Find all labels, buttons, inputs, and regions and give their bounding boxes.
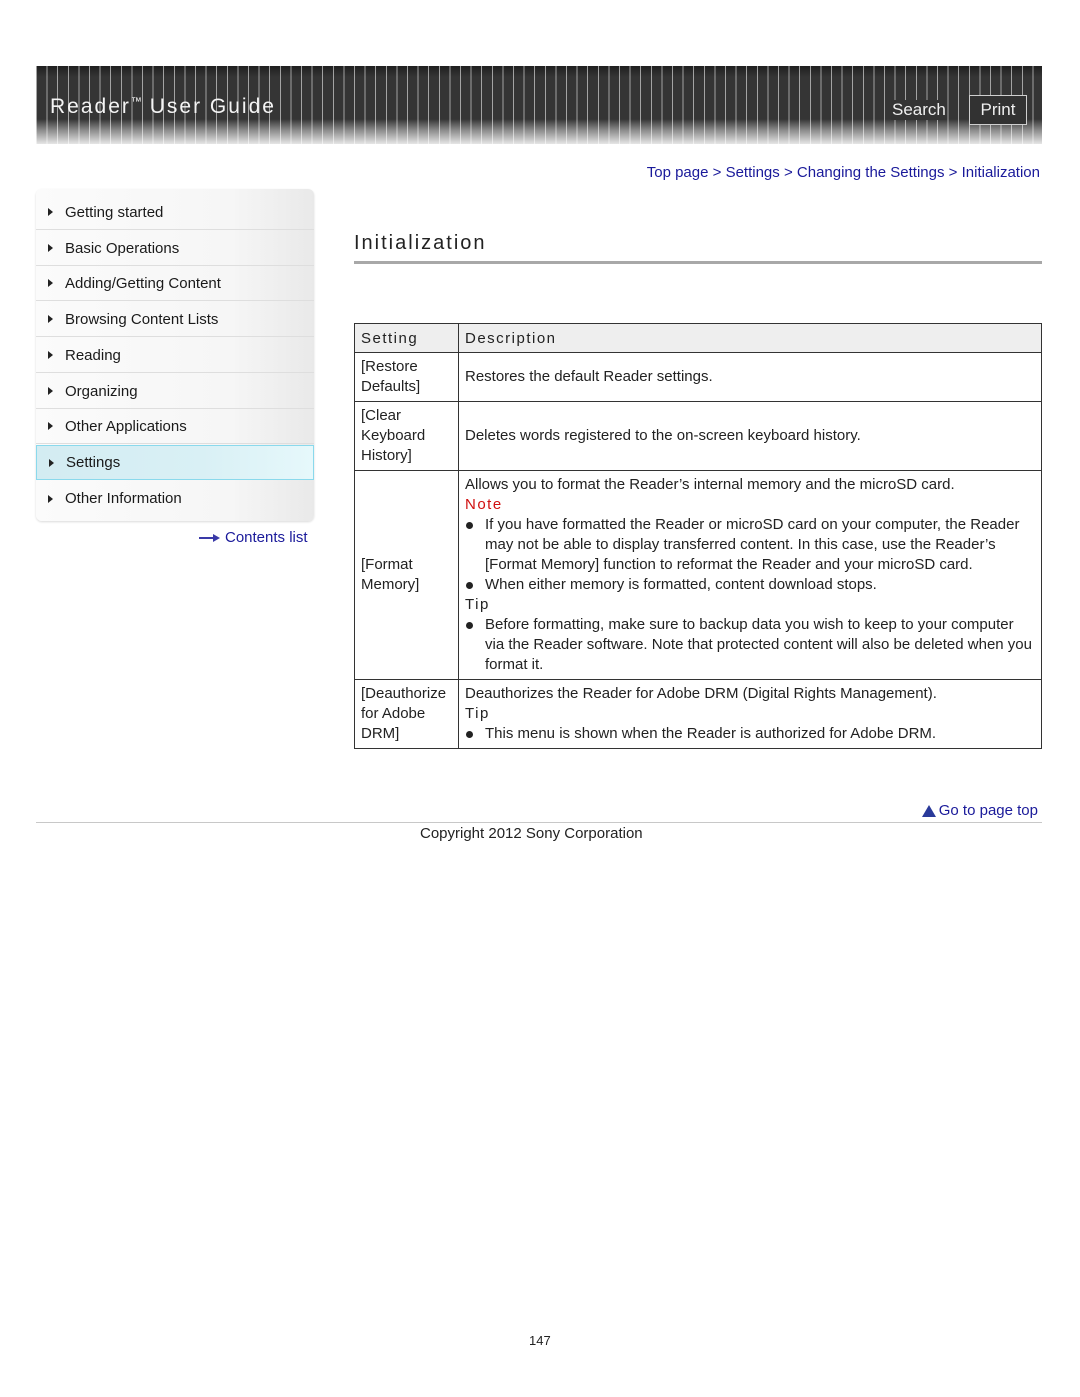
setting-cell: [Restore Defaults]	[354, 352, 459, 402]
description-text: Allows you to format the Reader’s intern…	[465, 476, 955, 493]
sidebar-item-label: Getting started	[65, 203, 164, 221]
arrow-right-icon	[199, 533, 221, 543]
tip-list: This menu is shown when the Reader is au…	[465, 724, 1035, 744]
breadcrumb-settings[interactable]: Settings	[726, 164, 780, 181]
tip-item: This menu is shown when the Reader is au…	[465, 724, 1035, 744]
note-heading: Note	[465, 496, 503, 513]
sidebar-item-label: Basic Operations	[65, 239, 180, 257]
note-item: If you have formatted the Reader or micr…	[465, 515, 1035, 575]
caret-right-icon	[48, 208, 53, 216]
description-cell: Restores the default Reader settings.	[458, 352, 1042, 402]
sidebar-item-label: Settings	[66, 454, 121, 471]
print-button[interactable]: Print	[969, 95, 1027, 125]
page-top-label: Go to page top	[938, 802, 1038, 819]
setting-cell: [Deauthorize for Adobe DRM]	[354, 679, 459, 749]
caret-right-icon	[48, 494, 53, 503]
breadcrumb-initialization[interactable]: Initialization	[962, 164, 1040, 181]
caret-right-icon	[48, 387, 53, 395]
sidebar-item-adding-getting-content[interactable]: Adding/Getting Content	[36, 266, 314, 301]
table-row: [Clear Keyboard History] Deletes words r…	[354, 401, 1042, 471]
sidebar-item-getting-started[interactable]: Getting started	[36, 195, 314, 230]
contents-list-link[interactable]: Contents list	[199, 529, 308, 546]
sidebar-item-label: Browsing Content Lists	[65, 310, 219, 328]
sidebar-item-other-information[interactable]: Other Information	[36, 481, 314, 516]
sidebar-item-label: Other Information	[65, 490, 182, 507]
note-item: When either memory is formatted, content…	[465, 575, 1035, 595]
caret-right-icon	[48, 315, 53, 323]
setting-cell: [Clear Keyboard History]	[354, 401, 459, 471]
caret-right-icon	[48, 351, 53, 359]
sidebar-item-other-applications[interactable]: Other Applications	[36, 409, 314, 444]
title-divider	[354, 261, 1042, 264]
description-cell: Deauthorizes the Reader for Adobe DRM (D…	[458, 679, 1042, 749]
breadcrumb: Top page > Settings > Changing the Setti…	[647, 164, 1040, 181]
table-row: [Restore Defaults] Restores the default …	[354, 352, 1042, 402]
sidebar-item-label: Adding/Getting Content	[65, 274, 221, 292]
column-header-setting: Setting	[354, 323, 459, 353]
search-link[interactable]: Search	[891, 100, 947, 120]
guide-title: Reader™ User Guide	[50, 95, 276, 119]
description-cell: Allows you to format the Reader’s intern…	[458, 470, 1042, 680]
breadcrumb-separator: >	[948, 164, 958, 181]
sidebar-nav: Getting started Basic Operations Adding/…	[36, 189, 314, 521]
title-rest: User Guide	[149, 95, 276, 118]
sidebar-item-basic-operations[interactable]: Basic Operations	[36, 231, 314, 266]
table-row: [Deauthorize for Adobe DRM] Deauthorizes…	[354, 679, 1042, 749]
table-row: [Format Memory] Allows you to format the…	[354, 470, 1042, 680]
trademark: ™	[130, 96, 142, 108]
tip-list: Before formatting, make sure to backup d…	[465, 615, 1035, 675]
sidebar-item-organizing[interactable]: Organizing	[36, 374, 314, 409]
copyright: Copyright 2012 Sony Corporation	[420, 825, 643, 842]
table-header-row: Setting Description	[354, 323, 1042, 353]
caret-right-icon	[48, 244, 53, 252]
note-list: If you have formatted the Reader or micr…	[465, 515, 1035, 595]
tip-heading: Tip	[465, 596, 490, 613]
triangle-up-icon	[921, 804, 936, 817]
column-header-description: Description	[458, 323, 1042, 353]
page-title: Initialization	[354, 232, 487, 254]
setting-cell: [Format Memory]	[354, 470, 459, 680]
sidebar-item-label: Other Applications	[65, 417, 187, 435]
caret-right-icon	[49, 458, 54, 467]
settings-table: Setting Description [Restore Defaults] R…	[354, 323, 1042, 749]
sidebar-item-reading[interactable]: Reading	[36, 338, 314, 373]
header-banner: Reader™ User Guide Search Print	[36, 66, 1042, 144]
contents-list-label: Contents list	[225, 529, 308, 546]
sidebar-item-browsing-content-lists[interactable]: Browsing Content Lists	[36, 302, 314, 337]
breadcrumb-separator: >	[783, 164, 793, 181]
title-main: Reader	[50, 95, 131, 118]
breadcrumb-separator: >	[712, 164, 722, 181]
breadcrumb-top-page[interactable]: Top page	[647, 164, 709, 181]
go-to-page-top-link[interactable]: Go to page top	[921, 802, 1038, 819]
caret-right-icon	[48, 422, 53, 430]
page-number: 147	[529, 1333, 551, 1348]
description-cell: Deletes words registered to the on-scree…	[458, 401, 1042, 471]
footer-divider	[36, 822, 1042, 823]
sidebar-item-label: Reading	[65, 346, 121, 364]
tip-heading: Tip	[465, 705, 490, 722]
sidebar-item-label: Organizing	[65, 382, 138, 400]
caret-right-icon	[48, 279, 53, 287]
breadcrumb-changing-settings[interactable]: Changing the Settings	[797, 164, 945, 181]
sidebar-item-settings[interactable]: Settings	[36, 445, 314, 480]
tip-item: Before formatting, make sure to backup d…	[465, 615, 1035, 675]
description-text: Deauthorizes the Reader for Adobe DRM (D…	[465, 685, 937, 702]
